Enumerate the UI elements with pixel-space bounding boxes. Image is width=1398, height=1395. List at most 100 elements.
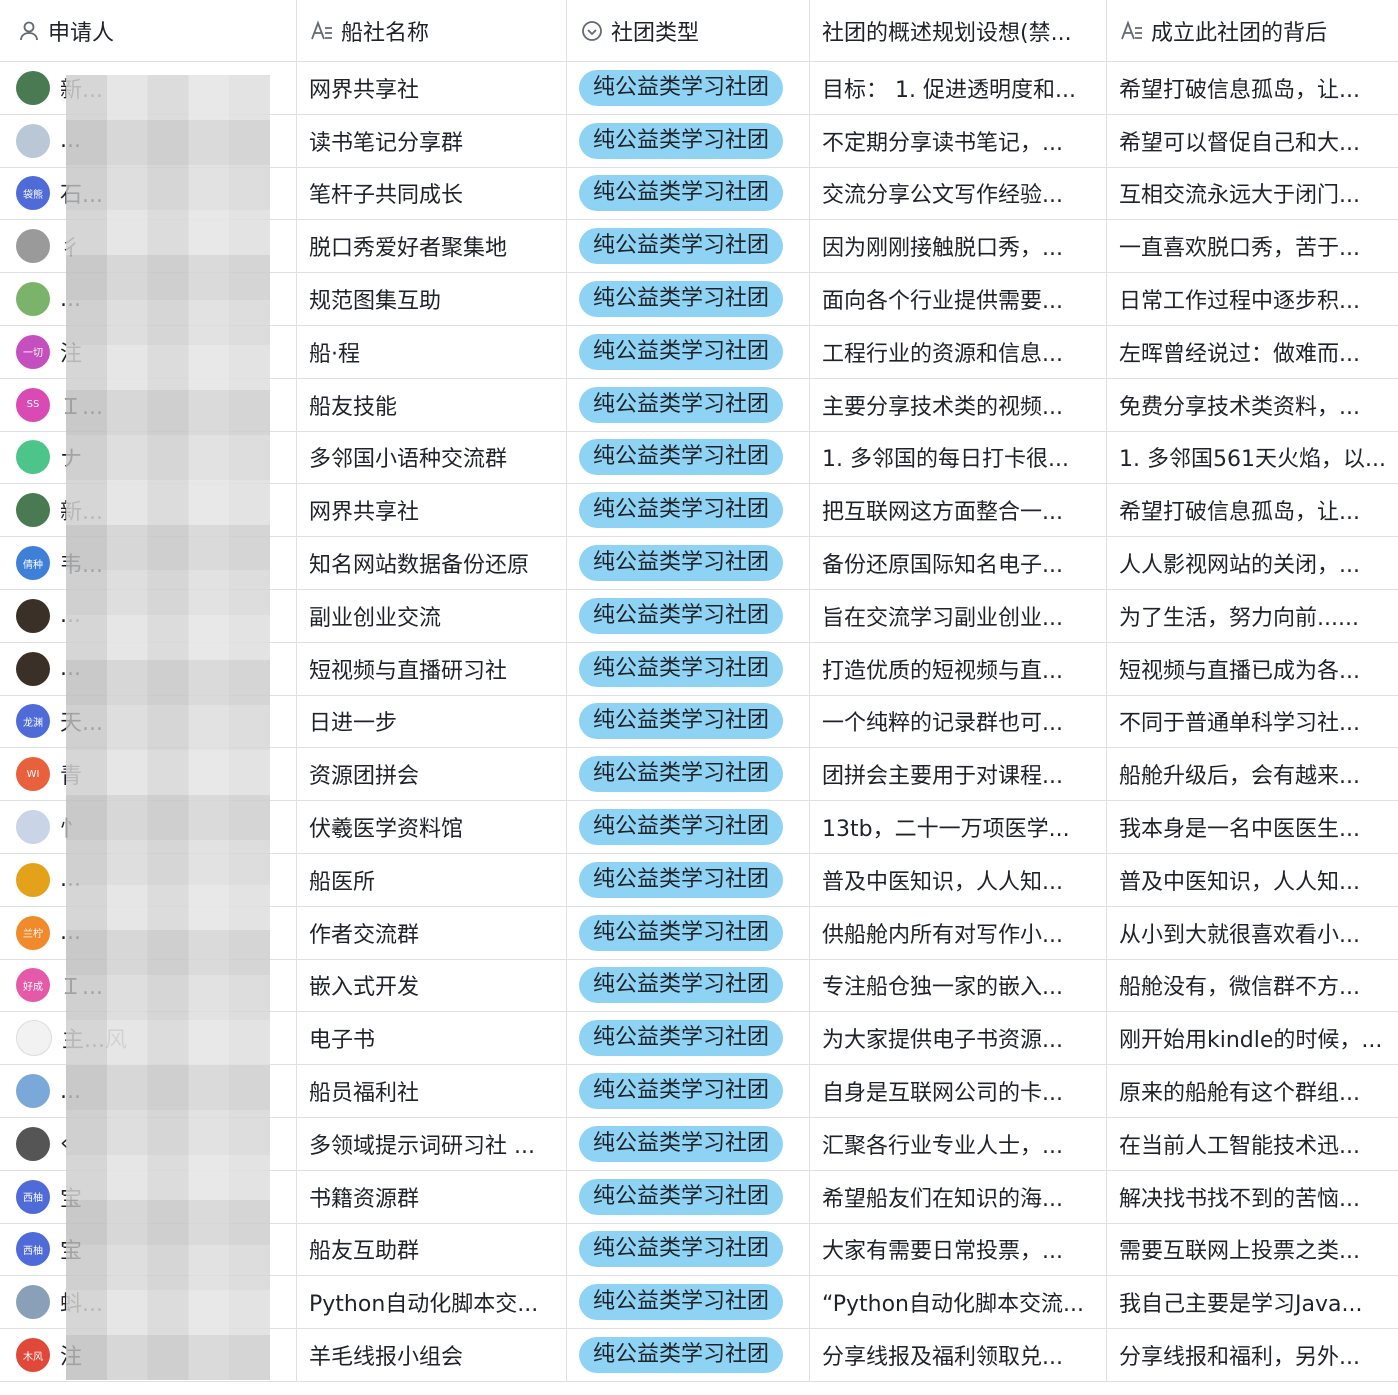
overview-cell[interactable]: 分享线报及福利领取兑... xyxy=(810,1329,1107,1381)
overview-cell[interactable]: 工程行业的资源和信息... xyxy=(810,325,1107,378)
background-cell[interactable]: 日常工作过程中逐步积... xyxy=(1107,273,1398,325)
column-header-applicant[interactable]: 申请人 xyxy=(0,0,297,61)
overview-cell[interactable]: 供船舱内所有对写作小... xyxy=(810,906,1107,959)
club-type-cell[interactable]: 纯公益类学习社团 xyxy=(567,589,810,642)
overview-cell[interactable]: 目标： 1. 促进透明度和... xyxy=(810,62,1107,114)
club-name-cell[interactable]: 脱口秀爱好者聚集地 xyxy=(297,220,567,273)
club-name-cell[interactable]: 船医所 xyxy=(297,853,567,906)
club-type-cell[interactable]: 纯公益类学习社团 xyxy=(567,1329,810,1381)
overview-cell[interactable]: 把互联网这方面整合一... xyxy=(810,484,1107,537)
club-type-cell[interactable]: 纯公益类学习社团 xyxy=(567,378,810,431)
club-type-cell[interactable]: 纯公益类学习社团 xyxy=(567,695,810,748)
background-cell[interactable]: 一直喜欢脱口秀，苦于... xyxy=(1107,220,1398,272)
club-type-cell[interactable]: 纯公益类学习社团 xyxy=(567,1276,810,1329)
club-name-cell[interactable]: 伏羲医学资料馆 xyxy=(297,801,567,853)
background-cell[interactable]: 从小到大就很喜欢看小... xyxy=(1107,907,1398,959)
club-type-cell[interactable]: 纯公益类学习社团 xyxy=(567,748,810,801)
overview-cell[interactable]: 因为刚刚接触脱口秀，... xyxy=(810,220,1107,273)
club-name-cell[interactable]: 资源团拼会 xyxy=(297,748,567,801)
club-type-cell[interactable]: 纯公益类学习社团 xyxy=(567,484,810,537)
club-name-cell[interactable]: 知名网站数据备份还原 xyxy=(297,537,567,589)
club-type-cell[interactable]: 纯公益类学习社团 xyxy=(567,273,810,325)
background-cell[interactable]: 分享线报和福利，另外... xyxy=(1107,1329,1398,1381)
background-cell[interactable]: 互相交流永远大于闭门... xyxy=(1107,168,1398,220)
overview-cell[interactable]: 不定期分享读书笔记，... xyxy=(810,114,1107,167)
background-cell[interactable]: 我本身是一名中医医生... xyxy=(1107,801,1398,853)
club-type-cell[interactable]: 纯公益类学习社团 xyxy=(567,1117,810,1170)
club-type-cell[interactable]: 纯公益类学习社团 xyxy=(567,1223,810,1276)
column-header-overview[interactable]: 社团的概述规划设想(禁... xyxy=(810,0,1107,61)
overview-cell[interactable]: 备份还原国际知名电子... xyxy=(810,537,1107,589)
club-name-cell[interactable]: 副业创业交流 xyxy=(297,589,567,642)
background-cell[interactable]: 免费分享技术类资料，... xyxy=(1107,379,1398,431)
overview-cell[interactable]: 汇聚各行业专业人士，... xyxy=(810,1117,1107,1170)
club-type-cell[interactable]: 纯公益类学习社团 xyxy=(567,801,810,853)
background-cell[interactable]: 原来的船舱有这个群组... xyxy=(1107,1065,1398,1117)
club-type-cell[interactable]: 纯公益类学习社团 xyxy=(567,62,810,114)
club-type-cell[interactable]: 纯公益类学习社团 xyxy=(567,642,810,695)
club-name-cell[interactable]: 笔杆子共同成长 xyxy=(297,167,567,220)
overview-cell[interactable]: 旨在交流学习副业创业... xyxy=(810,589,1107,642)
club-type-cell[interactable]: 纯公益类学习社团 xyxy=(567,1170,810,1223)
column-header-club-name[interactable]: 船社名称 xyxy=(297,0,567,61)
overview-cell[interactable]: 大家有需要日常投票，... xyxy=(810,1223,1107,1276)
background-cell[interactable]: 希望打破信息孤岛，让... xyxy=(1107,484,1398,536)
background-cell[interactable]: 船舱升级后，会有越来... xyxy=(1107,748,1398,800)
club-name-cell[interactable]: 作者交流群 xyxy=(297,906,567,959)
overview-cell[interactable]: “Python自动化脚本交流... xyxy=(810,1276,1107,1329)
background-cell[interactable]: 刚开始用kindle的时候，... xyxy=(1107,1012,1398,1064)
background-cell[interactable]: 1. 多邻国561天火焰，以... xyxy=(1107,432,1398,484)
background-cell[interactable]: 左晖曾经说过：做难而... xyxy=(1107,326,1398,378)
column-header-club-type[interactable]: 社团类型 xyxy=(567,0,810,61)
background-cell[interactable]: 在当前人工智能技术迅... xyxy=(1107,1118,1398,1170)
club-name-cell[interactable]: 网界共享社 xyxy=(297,62,567,114)
club-name-cell[interactable]: 网界共享社 xyxy=(297,484,567,537)
background-cell[interactable]: 船舱没有，微信群不方... xyxy=(1107,960,1398,1012)
club-name-cell[interactable]: 羊毛线报小组会 xyxy=(297,1329,567,1381)
club-name-cell[interactable]: 读书笔记分享群 xyxy=(297,114,567,167)
background-cell[interactable]: 希望打破信息孤岛，让... xyxy=(1107,62,1398,114)
club-name-cell[interactable]: 船员福利社 xyxy=(297,1065,567,1117)
club-type-cell[interactable]: 纯公益类学习社团 xyxy=(567,220,810,273)
background-cell[interactable]: 我自己主要是学习Java... xyxy=(1107,1276,1398,1328)
overview-cell[interactable]: 为大家提供电子书资源... xyxy=(810,1012,1107,1065)
background-cell[interactable]: 短视频与直播已成为各... xyxy=(1107,643,1398,695)
column-header-background[interactable]: 成立此社团的背后 xyxy=(1107,0,1398,61)
overview-cell[interactable]: 团拼会主要用于对课程... xyxy=(810,748,1107,801)
background-cell[interactable]: 普及中医知识，人人知... xyxy=(1107,854,1398,906)
background-cell[interactable]: 希望可以督促自己和大... xyxy=(1107,115,1398,167)
overview-cell[interactable]: 面向各个行业提供需要... xyxy=(810,273,1107,325)
overview-cell[interactable]: 主要分享技术类的视频... xyxy=(810,378,1107,431)
background-cell[interactable]: 为了生活，努力向前...... xyxy=(1107,590,1398,642)
club-type-cell[interactable]: 纯公益类学习社团 xyxy=(567,959,810,1012)
club-name-cell[interactable]: 书籍资源群 xyxy=(297,1170,567,1223)
club-name-cell[interactable]: 嵌入式开发 xyxy=(297,959,567,1012)
background-cell[interactable]: 不同于普通单科学习社... xyxy=(1107,696,1398,748)
club-type-cell[interactable]: 纯公益类学习社团 xyxy=(567,853,810,906)
overview-cell[interactable]: 打造优质的短视频与直... xyxy=(810,642,1107,695)
overview-cell[interactable]: 1. 多邻国的每日打卡很... xyxy=(810,431,1107,484)
overview-cell[interactable]: 交流分享公文写作经验... xyxy=(810,167,1107,220)
overview-cell[interactable]: 一个纯粹的记录群也可... xyxy=(810,695,1107,748)
club-type-cell[interactable]: 纯公益类学习社团 xyxy=(567,431,810,484)
club-name-cell[interactable]: 多邻国小语种交流群 xyxy=(297,431,567,484)
club-name-cell[interactable]: 短视频与直播研习社 xyxy=(297,642,567,695)
overview-cell[interactable]: 希望船友们在知识的海... xyxy=(810,1170,1107,1223)
overview-cell[interactable]: 专注船仓独一家的嵌入... xyxy=(810,959,1107,1012)
club-type-cell[interactable]: 纯公益类学习社团 xyxy=(567,1065,810,1117)
club-name-cell[interactable]: 船友互助群 xyxy=(297,1223,567,1276)
club-name-cell[interactable]: 日进一步 xyxy=(297,695,567,748)
club-type-cell[interactable]: 纯公益类学习社团 xyxy=(567,114,810,167)
overview-cell[interactable]: 13tb，二十一万项医学... xyxy=(810,801,1107,853)
background-cell[interactable]: 需要互联网上投票之类... xyxy=(1107,1224,1398,1276)
club-type-cell[interactable]: 纯公益类学习社团 xyxy=(567,1012,810,1065)
club-name-cell[interactable]: 电子书 xyxy=(297,1012,567,1065)
club-type-cell[interactable]: 纯公益类学习社团 xyxy=(567,325,810,378)
club-type-cell[interactable]: 纯公益类学习社团 xyxy=(567,906,810,959)
overview-cell[interactable]: 自身是互联网公司的卡... xyxy=(810,1065,1107,1117)
overview-cell[interactable]: 普及中医知识，人人知... xyxy=(810,853,1107,906)
club-name-cell[interactable]: 船友技能 xyxy=(297,378,567,431)
background-cell[interactable]: 解决找书找不到的苦恼... xyxy=(1107,1171,1398,1223)
club-name-cell[interactable]: 船·程 xyxy=(297,325,567,378)
club-type-cell[interactable]: 纯公益类学习社团 xyxy=(567,537,810,589)
